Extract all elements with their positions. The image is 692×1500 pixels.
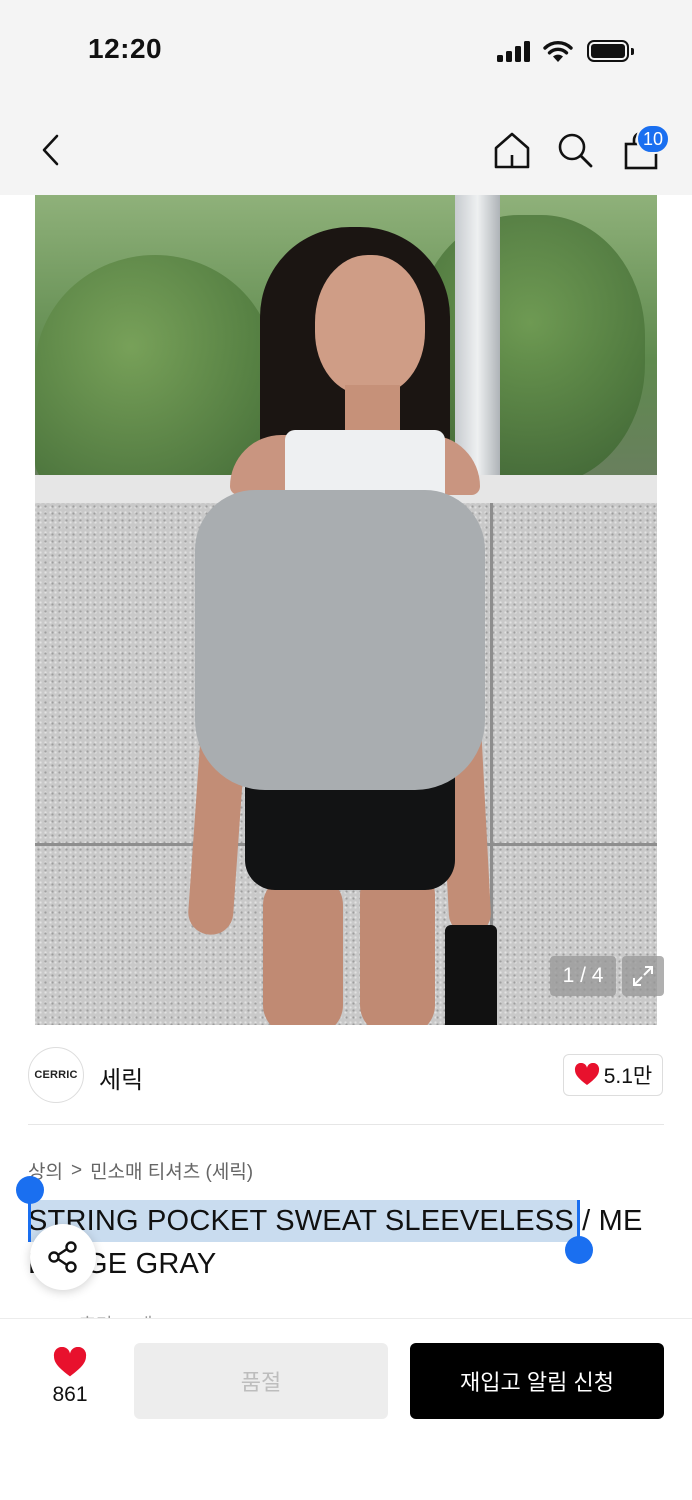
status-bar: 12:20 [0, 0, 692, 100]
heart-icon [574, 1063, 599, 1085]
wishlist-button[interactable]: 861 [40, 1347, 100, 1417]
cellular-signal-icon [497, 40, 531, 62]
brand-name[interactable]: 세릭 [99, 1060, 143, 1095]
status-time: 12:20 [88, 33, 163, 64]
search-button[interactable] [553, 128, 597, 172]
model-leg [263, 875, 343, 1025]
model-face [315, 255, 425, 395]
search-icon [558, 133, 593, 168]
model-bag [445, 925, 497, 1025]
photo-tree-left [35, 255, 275, 485]
expand-icon [633, 966, 653, 986]
model-gray-top [195, 490, 485, 790]
share-button[interactable] [30, 1224, 96, 1290]
divider [28, 1124, 664, 1125]
breadcrumb: 상의 > 민소매 티셔츠 (세릭) [28, 1157, 253, 1184]
chevron-left-icon [42, 134, 59, 166]
image-counter: 1 / 4 [550, 956, 616, 996]
bottom-action-bar: 861 품절 재입고 알림 신청 [0, 1318, 692, 1500]
sold-out-button: 품절 [134, 1343, 388, 1419]
battery-icon [587, 40, 634, 62]
brand-like-button[interactable]: 5.1만 [563, 1054, 663, 1096]
photo-window-post [455, 195, 500, 485]
home-button[interactable] [490, 128, 534, 172]
nav-bar [0, 100, 692, 195]
product-photo[interactable] [35, 195, 657, 1025]
wifi-icon [543, 41, 573, 62]
share-icon [48, 1241, 77, 1273]
breadcrumb-separator: > [70, 1159, 83, 1181]
brand-logo[interactable]: CERRIC [28, 1047, 84, 1103]
expand-image-button[interactable] [622, 956, 664, 996]
heart-icon [53, 1347, 87, 1377]
restock-alert-button[interactable]: 재입고 알림 신청 [410, 1343, 664, 1419]
cart-count-badge: 10 [636, 124, 670, 154]
breadcrumb-item-sleeveless[interactable]: 민소매 티셔츠 (세릭) [90, 1157, 253, 1184]
selection-end-handle[interactable] [565, 1236, 593, 1264]
back-button[interactable] [30, 130, 70, 170]
home-icon [494, 132, 530, 169]
selection-start-handle[interactable] [16, 1176, 44, 1204]
brand-like-count: 5.1만 [603, 1065, 653, 1088]
wishlist-count: 861 [52, 1383, 88, 1406]
